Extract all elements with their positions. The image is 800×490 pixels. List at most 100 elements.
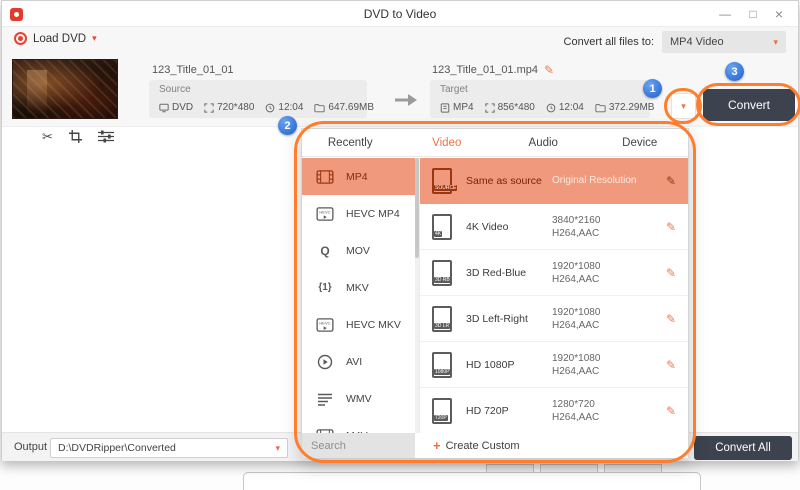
format-dropdown-button[interactable]: ▾ (671, 93, 696, 119)
source-duration: 12:04 (265, 102, 303, 113)
format-item-m4v[interactable]: M4V (302, 417, 415, 433)
format-item-hevc-mp4[interactable]: HEVC HEVC MP4 (302, 195, 415, 232)
create-custom-button[interactable]: + Create Custom (433, 438, 520, 453)
edit-preset-button[interactable]: ✎ (666, 172, 676, 190)
chevron-down-icon: ▾ (681, 101, 686, 112)
clock-icon (546, 103, 556, 113)
format-label: HEVC MKV (346, 319, 401, 331)
annotation-step-badge-1: 1 (643, 79, 662, 98)
output-format-dropdown[interactable]: MP4 Video ▾ (662, 31, 786, 53)
preset-name: 4K Video (466, 221, 552, 233)
format-item-hevc-mkv[interactable]: HEVC HEVC MKV (302, 306, 415, 343)
target-file-name: 123_Title_01_01.mp4 (432, 64, 538, 76)
close-button[interactable]: × (768, 1, 790, 27)
preset-name: HD 720P (466, 405, 552, 417)
app-window: DVD to Video — □ × Load DVD ▾ Convert al… (1, 0, 799, 461)
pencil-icon: ✎ (666, 358, 676, 372)
resize-icon (204, 103, 214, 113)
format-item-mov[interactable]: Q MOV (302, 232, 415, 269)
format-label: AVI (346, 356, 362, 368)
format-tabs: Recently Video Audio Device (302, 129, 688, 157)
tab-video[interactable]: Video (399, 129, 496, 156)
trim-scissors-icon[interactable]: ✂ (42, 130, 53, 143)
pencil-icon: ✎ (666, 174, 676, 188)
load-dvd-label: Load DVD (33, 33, 86, 45)
create-custom-label: Create Custom (446, 440, 520, 452)
edit-preset-button[interactable]: ✎ (666, 310, 676, 328)
preset-specs: Original Resolution (552, 174, 644, 187)
preset-3d-left-right[interactable]: 3D LR 3D Left-Right 1920*1080H264,AAC ✎ (420, 296, 688, 342)
output-path-dropdown[interactable]: D:\DVDRipper\Converted ▾ (50, 438, 288, 458)
resize-icon (485, 103, 495, 113)
search-input[interactable] (302, 433, 415, 458)
edit-preset-button[interactable]: ✎ (666, 402, 676, 420)
quicktime-icon: Q (314, 242, 336, 260)
target-size: 372.29MB (595, 102, 655, 113)
crop-icon[interactable] (69, 130, 82, 143)
minimize-button[interactable]: — (714, 1, 736, 27)
source-format: DVD (159, 102, 193, 113)
output-label: Output (14, 441, 47, 453)
cropped-fragment (243, 472, 701, 490)
source-doc-icon: SOURCE (432, 168, 452, 194)
source-info-panel: Source DVD 720*480 12:04 647.69MB (149, 80, 367, 118)
format-popup: Recently Video Audio Device MP4 HEVC HEV… (301, 128, 689, 458)
annotation-step-badge-3: 3 (725, 62, 744, 81)
svg-text:HEVC: HEVC (319, 209, 330, 214)
tab-audio[interactable]: Audio (495, 129, 592, 156)
format-label: HEVC MP4 (346, 208, 400, 220)
target-resolution: 856*480 (485, 102, 535, 113)
preset-doc-icon: 4K (432, 214, 452, 240)
screen-icon (159, 103, 169, 113)
preset-doc-icon: 1080P (432, 352, 452, 378)
convert-all-button[interactable]: Convert All (694, 436, 792, 460)
format-item-wmv[interactable]: WMV (302, 380, 415, 417)
target-duration: 12:04 (546, 102, 584, 113)
rename-pencil-icon[interactable]: ✎ (544, 64, 554, 76)
preset-doc-icon: 720P (432, 398, 452, 424)
hevc-icon: HEVC (314, 205, 336, 223)
format-label: MKV (346, 282, 369, 294)
preset-specs: 1920*1080H264,AAC (552, 352, 644, 378)
maximize-button[interactable]: □ (742, 1, 764, 27)
preset-3d-red-blue[interactable]: 3D RB 3D Red-Blue 1920*1080H264,AAC ✎ (420, 250, 688, 296)
target-info-row: MP4 856*480 12:04 372.29MB (440, 102, 654, 113)
matroska-icon: {1} (314, 279, 336, 297)
dvd-disc-icon (14, 32, 27, 45)
pencil-icon: ✎ (666, 220, 676, 234)
preset-hd-720p[interactable]: 720P HD 720P 1280*720H264,AAC ✎ (420, 388, 688, 433)
titlebar: DVD to Video — □ × (2, 1, 798, 27)
preset-same-as-source[interactable]: SOURCE Same as source Original Resolutio… (420, 158, 688, 204)
format-item-avi[interactable]: AVI (302, 343, 415, 380)
edit-preset-button[interactable]: ✎ (666, 356, 676, 374)
edit-preset-button[interactable]: ✎ (666, 264, 676, 282)
convert-button[interactable]: Convert (703, 89, 795, 121)
format-item-mp4[interactable]: MP4 (302, 158, 415, 195)
target-format: MP4 (440, 102, 474, 113)
film-icon (314, 168, 336, 186)
tab-recently[interactable]: Recently (302, 129, 399, 156)
clip-edit-toolbar: ✂ (42, 128, 114, 144)
folder-icon (595, 103, 606, 113)
screenshot-root: DVD to Video — □ × Load DVD ▾ Convert al… (0, 0, 800, 490)
svg-text:HEVC: HEVC (319, 320, 330, 325)
play-circle-icon (314, 353, 336, 371)
format-list: MP4 HEVC HEVC MP4 Q MOV {1} MKV (302, 158, 415, 433)
format-label: MP4 (346, 171, 368, 183)
preset-specs: 1920*1080H264,AAC (552, 306, 644, 332)
load-dvd-button[interactable]: Load DVD ▾ (14, 32, 97, 45)
hevc-icon: HEVC (314, 316, 336, 334)
preset-4k-video[interactable]: 4K 4K Video 3840*2160H264,AAC ✎ (420, 204, 688, 250)
format-item-mkv[interactable]: {1} MKV (302, 269, 415, 306)
source-resolution: 720*480 (204, 102, 254, 113)
preset-specs: 1920*1080H264,AAC (552, 260, 644, 286)
preset-name: 3D Left-Right (466, 313, 552, 325)
plus-icon: + (433, 438, 441, 453)
effects-sliders-icon[interactable] (98, 130, 114, 143)
tab-device[interactable]: Device (592, 129, 689, 156)
source-size: 647.69MB (314, 102, 374, 113)
pencil-icon: ✎ (666, 266, 676, 280)
edit-preset-button[interactable]: ✎ (666, 218, 676, 236)
preset-hd-1080p[interactable]: 1080P HD 1080P 1920*1080H264,AAC ✎ (420, 342, 688, 388)
annotation-step-badge-2: 2 (278, 116, 297, 135)
